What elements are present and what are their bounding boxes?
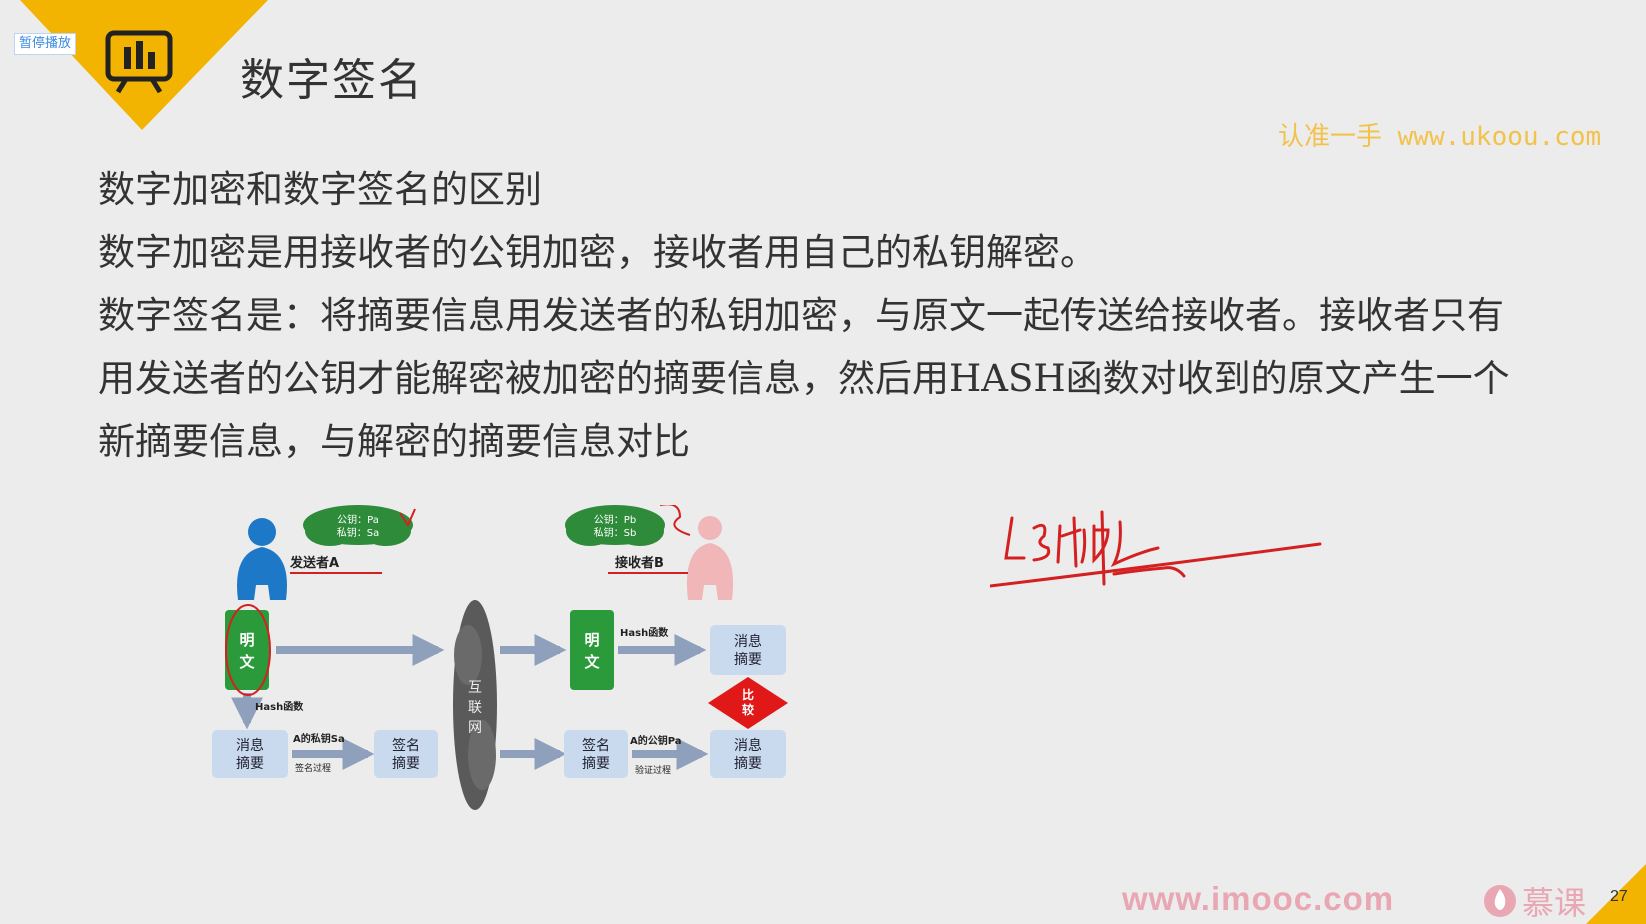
receiver-label: 接收者B xyxy=(615,555,664,571)
receiver-plaintext-char-2: 文 xyxy=(584,653,600,671)
signature-flow-diagram: 公钥：Pa 私钥：Sa 发送者A 公钥：Pb 私钥：Sb 接收者B 明 文 Ha… xyxy=(212,505,788,810)
compare-char-1: 比 xyxy=(742,687,754,702)
new-digest-line-1: 消息 xyxy=(734,633,762,650)
paragraph-signature: 数字签名是：将摘要信息用发送者的私钥加密，与原文一起传送给接收者。接收者只有用发… xyxy=(98,294,1510,463)
sender-digest-box: 消息 摘要 xyxy=(212,730,288,778)
flame-icon xyxy=(1484,885,1516,917)
footer-url: www.imooc.com xyxy=(1122,880,1395,917)
hash-function-label-right: Hash函数 xyxy=(620,626,669,639)
receiver-private-key: 私钥：Sb xyxy=(594,526,637,539)
receiver-signed-digest-line-1: 签名 xyxy=(582,737,610,754)
signed-digest-line-1: 签名 xyxy=(392,737,420,754)
verify-process-label: 验证过程 xyxy=(635,764,671,776)
digest-line-2: 摘要 xyxy=(236,755,264,772)
receiver-new-digest-box: 消息 摘要 xyxy=(710,625,786,675)
receiver-signed-digest-line-2: 摘要 xyxy=(582,755,610,772)
internet-char-3: 网 xyxy=(468,720,482,736)
imooc-logo: 慕课 xyxy=(1482,878,1586,924)
public-key-label: A的公钥Pa xyxy=(630,734,682,747)
receiver-plaintext-box: 明 文 xyxy=(570,610,614,690)
plaintext-char-2: 文 xyxy=(239,653,255,671)
receiver-person-icon xyxy=(686,516,734,600)
sign-process-label: 签名过程 xyxy=(295,762,331,774)
page-number: 27 xyxy=(1610,888,1628,905)
internet-char-2: 联 xyxy=(468,700,482,716)
pause-playback-button[interactable]: 暂停播放 xyxy=(14,33,77,55)
signed-digest-line-2: 摘要 xyxy=(392,755,420,772)
receiver-decrypted-digest-box: 消息 摘要 xyxy=(710,730,786,778)
receiver-signed-digest-box: 签名 摘要 xyxy=(564,730,628,778)
decrypted-digest-line-1: 消息 xyxy=(734,737,762,754)
sender-label: 发送者A xyxy=(289,555,339,571)
sender-keys-cloud: 公钥：Pa 私钥：Sa xyxy=(303,505,413,546)
watermark-text: 认准一手 www.ukoou.com xyxy=(1278,122,1602,152)
receiver-keys-cloud: 公钥：Pb 私钥：Sb xyxy=(565,505,665,546)
slide: 暂停播放 数字签名 认准一手 www.ukoou.com 数字加密和数字签名的区… xyxy=(0,0,1646,924)
slide-title: 数字签名 xyxy=(240,55,424,106)
plaintext-char-1: 明 xyxy=(239,631,254,649)
sender-private-key: 私钥：Sa xyxy=(337,526,379,539)
brand-text: 慕课 xyxy=(1522,884,1587,922)
paragraph-heading: 数字加密和数字签名的区别 xyxy=(98,168,542,211)
hash-function-label-left: Hash函数 xyxy=(255,700,304,713)
compare-diamond: 比 较 xyxy=(708,677,788,729)
compare-char-2: 较 xyxy=(742,702,754,717)
decrypted-digest-line-2: 摘要 xyxy=(734,755,762,772)
handwritten-annotation xyxy=(990,510,1322,588)
signed-digest-box: 签名 摘要 xyxy=(374,730,438,778)
sender-person-icon xyxy=(237,518,287,600)
sender-public-key: 公钥：Pa xyxy=(337,513,379,526)
receiver-plaintext-char-1: 明 xyxy=(584,631,599,649)
digest-line-1: 消息 xyxy=(236,737,264,754)
internet-cloud: 互 联 网 xyxy=(453,600,497,810)
receiver-public-key: 公钥：Pb xyxy=(594,513,636,526)
new-digest-line-2: 摘要 xyxy=(734,651,762,668)
private-key-label: A的私钥Sa xyxy=(293,732,345,745)
paragraph-encryption: 数字加密是用接收者的公钥加密，接收者用自己的私钥解密。 xyxy=(98,231,1097,274)
slide-body: 数字加密和数字签名的区别 数字加密是用接收者的公钥加密，接收者用自己的私钥解密。… xyxy=(98,158,1538,473)
internet-char-1: 互 xyxy=(468,680,482,696)
